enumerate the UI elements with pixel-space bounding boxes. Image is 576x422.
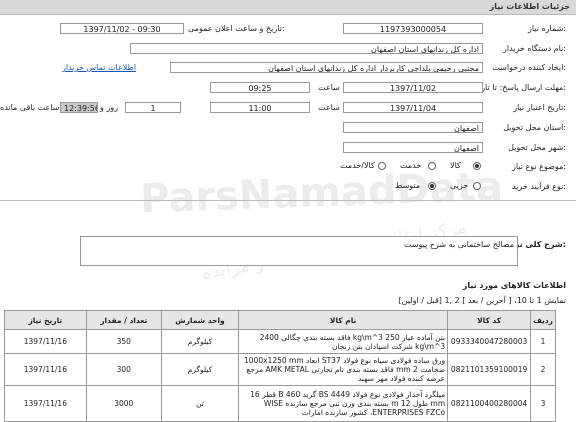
row-number: 3 xyxy=(530,385,556,422)
announce-field: 1397/11/02 - 09:30 xyxy=(60,23,184,34)
process-radio-medium[interactable] xyxy=(428,182,436,190)
items-table-header: ردیف کد کالا نام کالا واحد شمارش تعداد /… xyxy=(4,310,556,330)
province-field: اصفهان xyxy=(343,122,483,133)
validity-time: 11:00 xyxy=(210,102,310,113)
send-deadline-time-label: ساعت xyxy=(318,83,340,92)
days-label: روز و xyxy=(100,103,118,112)
item-need-date: 1397/11/16 xyxy=(4,329,87,354)
item-name: ورق ساده فولادی سیاه نوع فولاد ST37 ابعا… xyxy=(238,353,449,386)
item-code: 0821101359100019 xyxy=(447,353,532,386)
section-divider xyxy=(0,200,576,201)
remaining-time-field: 12:39:56 xyxy=(60,102,98,113)
city-field: اصفهان xyxy=(343,142,483,153)
city-label: شهر محل تحویل: xyxy=(508,143,566,152)
item-need-date: 1397/11/16 xyxy=(4,353,87,386)
header-row-number: ردیف xyxy=(530,310,556,330)
table-row: 3 0821100400280004 میلگرد آجدار فولادی ن… xyxy=(4,385,556,422)
validity-date: 1397/11/04 xyxy=(343,102,483,113)
need-number-field: 1197393000054 xyxy=(343,23,483,34)
items-pagination[interactable]: نمایش 1 تا 10، [ آخرین / بعد ] 2 ,1 [قبل… xyxy=(399,296,566,305)
requester-field: مجتبی رحیمی بلداجی کاربردار اداره کل زند… xyxy=(170,62,483,73)
process-radio-minor[interactable] xyxy=(473,182,481,190)
item-unit: تن xyxy=(160,385,240,422)
validity-label: تاریخ اعتبار نیاز: xyxy=(513,103,566,112)
buyer-contact-link[interactable]: اطلاعات تماس خریدار xyxy=(62,63,136,72)
send-deadline-time: 09:25 xyxy=(210,82,310,93)
header-quantity: تعداد / مقدار xyxy=(85,310,162,330)
window-title: جزئیات اطلاعات نیاز xyxy=(489,2,570,11)
header-need-date: تاریخ نیاز xyxy=(4,310,87,330)
category-option-both: کالا/خدمت xyxy=(340,161,375,170)
item-need-date: 1397/11/16 xyxy=(4,385,87,422)
summary-field: مصالح ساختمانی به شرح پیوست xyxy=(80,236,518,266)
header-unit: واحد شمارش xyxy=(160,310,240,330)
process-option-minor: جزیی xyxy=(450,181,469,190)
table-row: 2 0821101359100019 ورق ساده فولادی سیاه … xyxy=(4,353,556,386)
remaining-label: ساعت باقی مانده xyxy=(0,103,60,112)
buyer-org-field: اداره کل زندانهای استان اصفهان xyxy=(130,43,483,54)
days-remaining-field: 1 xyxy=(125,102,181,113)
item-code: 0821100400280004 xyxy=(447,385,532,422)
process-option-medium: متوسط xyxy=(395,181,421,190)
requester-label: ایجاد کننده درخواست: xyxy=(492,63,566,72)
item-name: میلگرد آجدار فولادی نوع فولاد BS 4449 گر… xyxy=(238,385,449,422)
province-label: استان محل تحویل: xyxy=(503,123,566,132)
row-number: 1 xyxy=(530,329,556,354)
send-deadline-label: مهلت ارسال پاسخ: تا تاریخ: xyxy=(473,83,566,92)
item-quantity: 3000 xyxy=(85,385,162,422)
validity-time-label: ساعت xyxy=(318,103,340,112)
table-row: 1 0933340047280003 بتن آماده عیار kg\m^3… xyxy=(4,329,556,354)
items-section-title: اطلاعات کالاهای مورد نیاز xyxy=(462,281,566,290)
need-number-label: شماره نیاز: xyxy=(527,24,566,33)
item-name: بتن آماده عیار kg\m^3 250 فاقد بسته بندی… xyxy=(238,329,449,354)
header-item-code: کد کالا xyxy=(447,310,532,330)
category-label: موضوع نوع نیاز: xyxy=(512,162,566,171)
window-titlebar: جزئیات اطلاعات نیاز xyxy=(0,0,576,15)
items-table: ردیف کد کالا نام کالا واحد شمارش تعداد /… xyxy=(4,310,556,422)
row-number: 2 xyxy=(530,353,556,386)
send-deadline-date: 1397/11/02 xyxy=(343,82,483,93)
process-label: نوع فرآیند خرید: xyxy=(511,182,566,191)
item-quantity: 300 xyxy=(85,353,162,386)
category-option-service: خدمت xyxy=(400,161,422,170)
announce-label: تاریخ و ساعت اعلان عمومی: xyxy=(188,24,285,33)
item-unit: کیلوگرم xyxy=(160,329,240,354)
category-radio-goods[interactable] xyxy=(473,162,481,170)
category-radio-service[interactable] xyxy=(428,162,436,170)
watermark-logo: ParsNamadData xyxy=(139,163,504,223)
buyer-org-label: نام دستگاه خریدار: xyxy=(502,44,566,53)
item-code: 0933340047280003 xyxy=(447,329,532,354)
item-quantity: 350 xyxy=(85,329,162,354)
header-item-name: نام کالا xyxy=(238,310,449,330)
category-radio-both[interactable] xyxy=(378,162,386,170)
category-option-goods: کالا xyxy=(450,161,461,170)
item-unit: کیلوگرم xyxy=(160,353,240,386)
